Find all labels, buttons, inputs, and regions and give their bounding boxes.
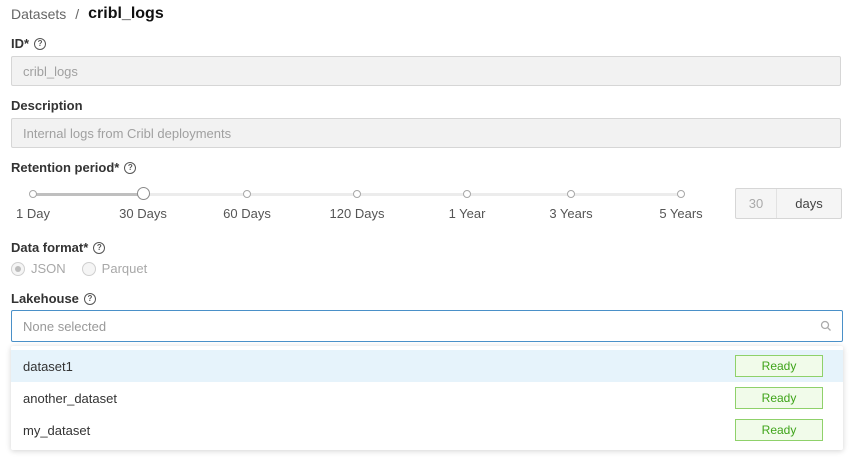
lakehouse-option-dataset1[interactable]: dataset1 Ready: [11, 350, 843, 382]
retention-option-label[interactable]: 60 Days: [223, 206, 271, 221]
breadcrumb-current: cribl_logs: [88, 5, 164, 22]
retention-tick-5-years[interactable]: [677, 190, 685, 198]
description-label: Description: [11, 98, 83, 113]
status-badge: Ready: [735, 419, 823, 441]
description-label-row: Description: [11, 98, 83, 113]
option-label: another_dataset: [23, 390, 117, 406]
retention-option-label[interactable]: 3 Years: [549, 206, 592, 221]
id-field-value: cribl_logs: [23, 63, 78, 79]
breadcrumb-separator: /: [75, 6, 80, 22]
retention-option-label[interactable]: 1 Year: [449, 206, 486, 221]
lakehouse-label: Lakehouse: [11, 291, 79, 306]
radio-parquet[interactable]: [81, 261, 96, 276]
retention-option-label[interactable]: 5 Years: [659, 206, 702, 221]
option-label: my_dataset: [23, 422, 91, 438]
description-field[interactable]: Internal logs from Cribl deployments: [11, 118, 841, 148]
retention-tick-1-day[interactable]: [29, 190, 37, 198]
retention-tick-3-years[interactable]: [567, 190, 575, 198]
retention-value[interactable]: 30: [736, 189, 777, 218]
id-field[interactable]: cribl_logs: [11, 56, 841, 86]
radio-parquet-label: Parquet: [101, 261, 148, 276]
retention-unit: days: [795, 196, 823, 211]
retention-tick-1-year[interactable]: [463, 190, 471, 198]
radio-json-label: JSON: [31, 261, 66, 276]
breadcrumb-datasets-link[interactable]: Datasets: [11, 6, 66, 22]
retention-label: Retention period*: [11, 160, 120, 175]
retention-option-label[interactable]: 120 Days: [330, 206, 385, 221]
retention-value-input[interactable]: 30 days: [735, 188, 842, 219]
question-circle-icon[interactable]: ?: [34, 37, 47, 50]
status-badge: Ready: [735, 355, 823, 377]
option-label: dataset1: [23, 358, 73, 374]
question-circle-icon[interactable]: ?: [93, 241, 106, 254]
lakehouse-label-row: Lakehouse ?: [11, 291, 96, 306]
data-format-label: Data format*: [11, 240, 89, 255]
radio-json[interactable]: [11, 261, 25, 276]
retention-tick-60-days[interactable]: [243, 190, 251, 198]
retention-option-label[interactable]: 1 Day: [16, 206, 50, 221]
retention-tick-120-days[interactable]: [353, 190, 361, 198]
retention-label-row: Retention period* ?: [11, 160, 137, 175]
status-badge: Ready: [735, 387, 823, 409]
data-format-label-row: Data format* ?: [11, 240, 106, 255]
retention-slider-handle[interactable]: [136, 187, 150, 200]
id-label-row: ID* ?: [11, 36, 47, 51]
description-field-value: Internal logs from Cribl deployments: [23, 125, 232, 141]
retention-option-label[interactable]: 30 Days: [119, 206, 167, 221]
lakehouse-dropdown: dataset1 Ready another_dataset Ready my_…: [11, 346, 843, 450]
data-format-radio-group: JSON Parquet: [11, 261, 163, 276]
breadcrumb: Datasets / cribl_logs: [11, 4, 164, 24]
radio-option-parquet[interactable]: Parquet: [81, 261, 148, 276]
question-circle-icon[interactable]: ?: [83, 292, 96, 305]
lakehouse-option-my-dataset[interactable]: my_dataset Ready: [11, 414, 843, 446]
id-label: ID*: [11, 36, 30, 51]
retention-slider-fill: [33, 193, 143, 196]
search-icon: [820, 320, 831, 331]
radio-option-json[interactable]: JSON: [11, 261, 66, 276]
lakehouse-select[interactable]: None selected: [11, 310, 843, 342]
lakehouse-option-another-dataset[interactable]: another_dataset Ready: [11, 382, 843, 414]
question-circle-icon[interactable]: ?: [124, 161, 137, 174]
lakehouse-placeholder: None selected: [23, 318, 107, 334]
radio-selected-dot: [15, 265, 21, 272]
